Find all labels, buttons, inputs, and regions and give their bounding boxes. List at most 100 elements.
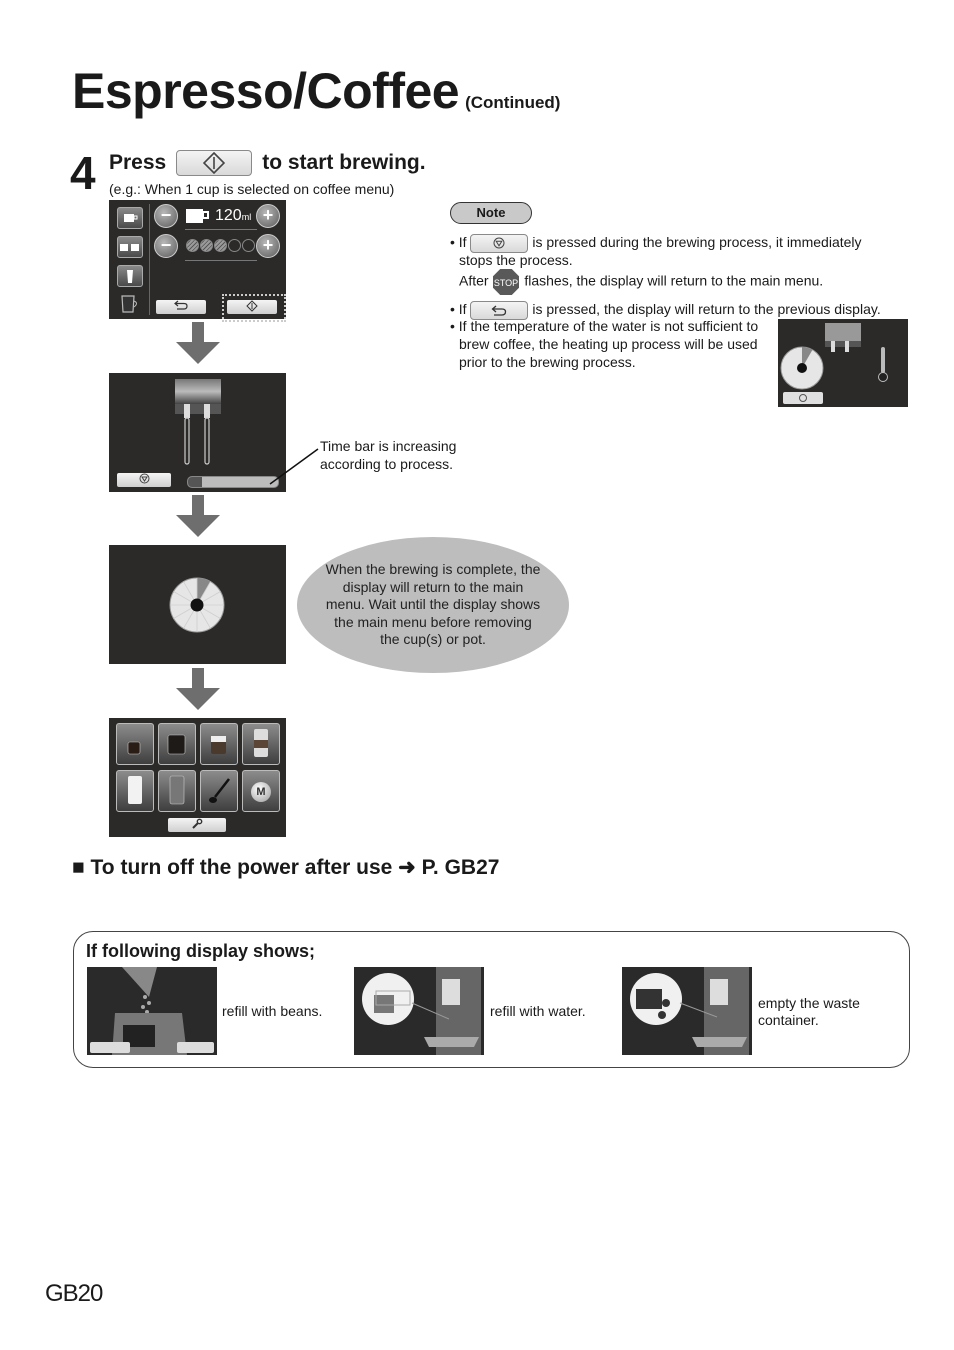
stop-button — [117, 473, 171, 487]
screen-coffee-settings: − 120ml + − + — [109, 200, 286, 322]
milk-glass-icon — [128, 776, 142, 804]
strength-plus-button: + — [256, 234, 280, 258]
beans-illustration — [90, 967, 214, 1055]
wrench-icon — [192, 818, 203, 829]
underline — [185, 229, 257, 230]
caption-waste: empty the waste container. — [758, 995, 860, 1028]
callout-line-2: according to process. — [320, 456, 454, 472]
page-title: Espresso/Coffee (Continued) — [72, 66, 560, 116]
step-number: 4 — [70, 147, 96, 199]
volume-value: 120ml — [215, 207, 251, 225]
heating-illustration — [780, 323, 888, 404]
screen-complete — [109, 545, 286, 664]
spoon-icon — [209, 778, 230, 803]
strength-indicator — [186, 239, 256, 257]
stop-sign-icon: STOP — [493, 269, 520, 295]
screen-brewing — [109, 373, 286, 492]
water-refill-image — [354, 967, 484, 1055]
volume-number: 120 — [215, 207, 242, 224]
latte-macchiato-tile — [242, 723, 280, 765]
divider — [149, 204, 150, 315]
callout-line — [269, 448, 319, 485]
mug-icon — [121, 295, 137, 313]
bean-icon — [200, 239, 213, 252]
note-item-stop: • If is pressed during the brewing proce… — [450, 233, 862, 253]
note-heating-line-2: brew coffee, the heating up process will… — [459, 336, 758, 352]
beans-refill-image — [87, 967, 217, 1055]
step-text-after: to start brewing. — [262, 151, 426, 174]
note-heating-line-1: • If the temperature of the water is not… — [450, 318, 759, 334]
step-example: (e.g.: When 1 cup is selected on coffee … — [109, 181, 395, 197]
waste-container-illustration — [630, 967, 749, 1055]
power-off-reference: ■ To turn off the power after use ➜ P. G… — [72, 855, 499, 880]
note-text: is pressed during the brewing process, i… — [532, 234, 862, 250]
volume-unit: ml — [241, 212, 252, 222]
water-tank-illustration — [362, 967, 481, 1055]
pot-icon — [127, 270, 133, 283]
bubble-text: When the brewing is complete, the displa… — [325, 561, 541, 648]
hot-water-tile — [158, 770, 196, 812]
espresso-cup-icon — [127, 741, 141, 755]
arrow-right-icon: ➜ — [398, 856, 416, 879]
progress-dial-icon — [169, 577, 225, 633]
note-after: After — [459, 272, 489, 289]
back-button — [156, 300, 206, 314]
start-button-illustration — [176, 150, 253, 176]
note-heating-line-3: prior to the brewing process. — [459, 354, 636, 370]
spoon-tile — [200, 770, 238, 812]
memory-tile: M — [242, 770, 280, 812]
time-bar — [187, 476, 279, 488]
svg-text:STOP: STOP — [494, 278, 518, 288]
one-cup-button — [117, 207, 143, 229]
milk-tile — [116, 770, 154, 812]
latte-glass-icon — [254, 729, 268, 757]
coffee-tile — [158, 723, 196, 765]
square-bullet-icon: ■ — [72, 856, 85, 879]
start-icon — [246, 300, 258, 312]
volume-plus-button: + — [256, 204, 280, 228]
cup-icon — [124, 214, 138, 222]
time-bar-fill — [188, 477, 202, 487]
time-bar-callout: Time bar is increasing according to proc… — [320, 437, 456, 473]
caption-beans: refill with beans. — [222, 1003, 323, 1019]
waste-container-image — [622, 967, 752, 1055]
screen-heating — [778, 319, 908, 407]
cup-icon — [186, 209, 209, 223]
caption-water: refill with water. — [490, 1003, 586, 1019]
callout-line-1: Time bar is increasing — [320, 438, 457, 454]
note-text: flashes, the display will return to the … — [524, 272, 824, 289]
note-item-stop-flash: After STOP flashes, the display will ret… — [459, 268, 823, 296]
back-icon — [174, 300, 188, 310]
settings-button — [168, 818, 226, 832]
completion-bubble: When the brewing is complete, the displa… — [297, 537, 569, 673]
cappuccino-tile — [200, 723, 238, 765]
bean-icon — [214, 239, 227, 252]
espresso-tile — [116, 723, 154, 765]
water-glass-icon — [169, 775, 185, 805]
coffee-cup-icon — [167, 734, 186, 755]
bean-icon — [186, 239, 199, 252]
volume-minus-button: − — [154, 204, 178, 228]
note-bullet: • If — [450, 301, 467, 317]
title-continued: (Continued) — [465, 93, 561, 112]
bean-icon — [228, 239, 241, 252]
underline — [185, 260, 257, 261]
cappuccino-cup-icon — [211, 736, 226, 754]
page-number: GB20 — [45, 1280, 103, 1307]
bean-icon — [242, 239, 255, 252]
page-reference-link[interactable]: P. GB27 — [422, 856, 500, 879]
title-text: Espresso/Coffee — [72, 63, 460, 119]
strength-minus-button: − — [154, 234, 178, 258]
stop-button-illustration — [470, 233, 529, 253]
note-badge: Note — [450, 202, 532, 224]
start-icon — [203, 152, 226, 174]
note-bullet: • If — [450, 234, 467, 250]
step-text-before: Press — [109, 151, 167, 174]
power-text: To turn off the power after use — [90, 856, 393, 879]
start-button — [227, 300, 277, 314]
pot-button — [117, 265, 143, 287]
note-text-cont: stops the process. — [459, 252, 573, 268]
screen-main-menu: M — [109, 718, 286, 837]
stop-icon — [139, 473, 149, 484]
back-icon — [491, 305, 507, 316]
